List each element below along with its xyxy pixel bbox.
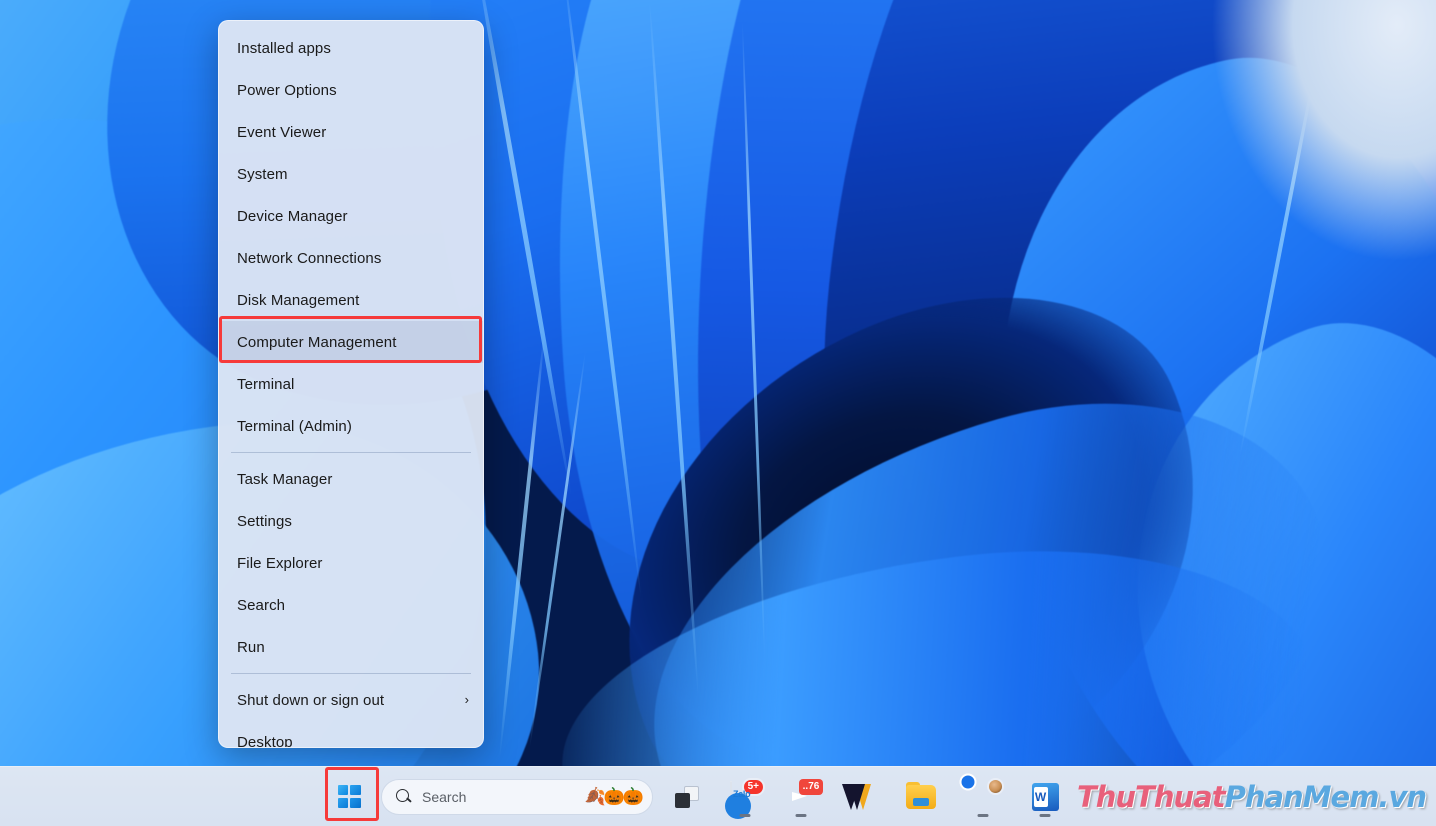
menu-item-label: Terminal (Admin) [237, 417, 352, 435]
taskbar[interactable]: Search 🍂🎃🎃 Zalo 5+ ..76 W ThuThuatPhanMe… [0, 766, 1436, 826]
zalo-icon: Zalo 5+ [730, 777, 765, 812]
menu-item-system[interactable]: System [219, 153, 483, 195]
taskbar-item-w-app[interactable] [833, 775, 881, 819]
winx-quick-link-menu[interactable]: Installed apps Power Options Event Viewer S… [218, 20, 484, 748]
menu-item-search[interactable]: Search [219, 584, 483, 626]
menu-item-label: Event Viewer [237, 123, 327, 141]
running-indicator [739, 813, 751, 817]
taskbar-item-chrome[interactable] [959, 775, 1007, 819]
search-input[interactable]: Search 🍂🎃🎃 [381, 778, 653, 815]
profile-avatar [987, 777, 1004, 795]
telegram-badge: ..76 [799, 778, 823, 795]
menu-item-event-viewer[interactable]: Event Viewer [219, 111, 483, 153]
running-indicator [1039, 813, 1051, 817]
menu-item-label: Installed apps [237, 39, 331, 57]
menu-item-label: Device Manager [237, 207, 348, 225]
running-indicator [977, 813, 989, 817]
menu-item-desktop[interactable]: Desktop [219, 721, 483, 748]
halloween-decoration-icon: 🍂🎃🎃 [584, 787, 643, 806]
taskbar-item-telegram[interactable]: ..76 [777, 775, 825, 819]
menu-item-label: Desktop [237, 733, 293, 748]
watermark: ThuThuatPhanMem.vn [1076, 780, 1427, 814]
menu-item-label: System [237, 165, 288, 183]
menu-item-terminal[interactable]: Terminal [219, 363, 483, 405]
telegram-icon: ..76 [786, 778, 823, 812]
menu-item-power-options[interactable]: Power Options [219, 69, 483, 111]
desktop[interactable]: Installed apps Power Options Event Viewer S… [0, 0, 1436, 826]
menu-item-network-connections[interactable]: Network Connections [219, 237, 483, 279]
watermark-blue-text: PhanMem.vn [1224, 780, 1427, 814]
menu-item-installed-apps[interactable]: Installed apps [219, 27, 483, 69]
file-explorer-icon [906, 781, 936, 809]
menu-item-label: Run [237, 638, 265, 656]
windows-logo-icon [337, 785, 361, 808]
start-button[interactable] [325, 775, 373, 819]
w-app-icon [842, 783, 872, 810]
search-placeholder: Search [422, 788, 467, 805]
menu-item-label: Search [237, 596, 286, 614]
menu-item-label: Computer Management [237, 333, 397, 351]
taskbar-item-zalo[interactable]: Zalo 5+ [721, 775, 769, 819]
chevron-right-icon: › [464, 692, 469, 707]
menu-item-run[interactable]: Run [219, 626, 483, 668]
menu-item-settings[interactable]: Settings [219, 500, 483, 542]
menu-item-label: File Explorer [237, 554, 323, 572]
menu-separator [231, 452, 471, 453]
menu-item-label: Network Connections [237, 249, 382, 267]
menu-item-label: Task Manager [237, 470, 333, 488]
menu-item-disk-management[interactable]: Disk Management [219, 279, 483, 321]
chrome-icon [968, 777, 1004, 812]
word-icon: W [1031, 782, 1059, 811]
task-view-icon [675, 785, 699, 808]
task-view-button[interactable] [663, 775, 711, 819]
running-indicator [795, 813, 807, 817]
menu-separator [231, 673, 471, 674]
search-icon [396, 788, 412, 805]
menu-item-device-manager[interactable]: Device Manager [219, 195, 483, 237]
menu-item-label: Power Options [237, 81, 337, 99]
menu-item-file-explorer[interactable]: File Explorer [219, 542, 483, 584]
menu-item-task-manager[interactable]: Task Manager [219, 458, 483, 500]
menu-item-label: Disk Management [237, 291, 360, 309]
menu-item-terminal-admin[interactable]: Terminal (Admin) [219, 405, 483, 447]
watermark-red-text: ThuThuat [1076, 780, 1226, 814]
menu-item-label: Settings [237, 512, 292, 530]
menu-item-computer-management[interactable]: Computer Management [219, 321, 483, 363]
word-letter: W [1034, 789, 1047, 804]
taskbar-item-word[interactable]: W [1021, 775, 1069, 819]
menu-item-label: Terminal [237, 375, 295, 393]
taskbar-item-file-explorer[interactable] [897, 775, 945, 819]
menu-item-label: Shut down or sign out [237, 691, 385, 709]
menu-item-shut-down-or-sign-out[interactable]: Shut down or sign out › [219, 679, 483, 721]
